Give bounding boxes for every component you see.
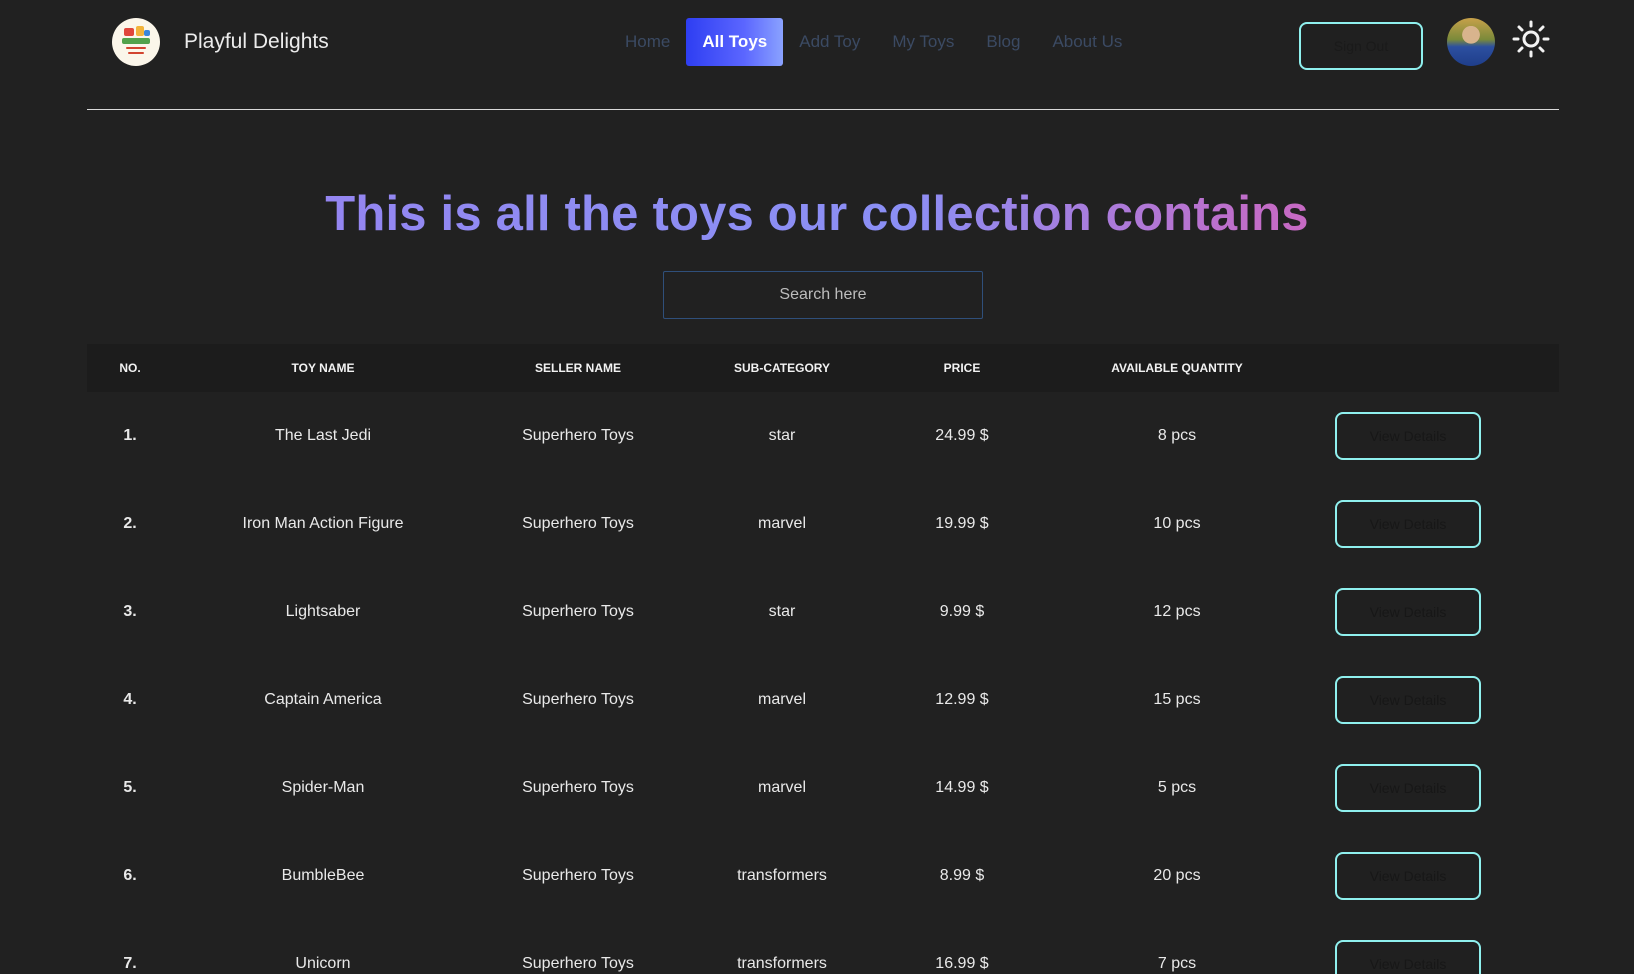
header-seller-name: SELLER NAME <box>534 361 621 375</box>
view-details-button[interactable]: View Details <box>1335 588 1481 636</box>
available-quantity: 7 pcs <box>1157 955 1197 972</box>
seller-name: Superhero Toys <box>522 603 634 620</box>
page: Playful Delights Home All Toys Add Toy M… <box>0 0 1634 974</box>
sub-category: marvel <box>757 691 806 708</box>
avatar[interactable] <box>1447 18 1495 66</box>
row-number: 2. <box>123 515 137 532</box>
toy-name: Unicorn <box>295 955 351 972</box>
toy-name: Spider-Man <box>281 779 365 796</box>
table-row: 4. Captain America Superhero Toys marvel… <box>87 656 1559 744</box>
view-details-button[interactable]: View Details <box>1335 940 1481 974</box>
table-row: 2. Iron Man Action Figure Superhero Toys… <box>87 480 1559 568</box>
row-number: 1. <box>123 427 137 444</box>
sub-category: star <box>768 427 796 444</box>
brand[interactable]: Playful Delights <box>112 18 329 66</box>
sub-category: marvel <box>757 515 806 532</box>
header-available-quantity: AVAILABLE QUANTITY <box>1111 361 1243 375</box>
price: 8.99 $ <box>939 867 985 884</box>
price: 14.99 $ <box>935 779 989 796</box>
nav-add-toy[interactable]: Add Toy <box>783 18 876 66</box>
row-number: 3. <box>123 603 137 620</box>
table-row: 6. BumbleBee Superhero Toys transformers… <box>87 832 1559 920</box>
page-title: This is all the toys our collection cont… <box>0 186 1634 242</box>
table-row: 7. Unicorn Superhero Toys transformers 1… <box>87 920 1559 974</box>
price: 24.99 $ <box>935 427 989 444</box>
brand-name: Playful Delights <box>184 30 329 53</box>
row-number: 7. <box>123 955 137 972</box>
header-sub-category: SUB-CATEGORY <box>734 361 830 375</box>
nav-my-toys[interactable]: My Toys <box>876 18 970 66</box>
available-quantity: 5 pcs <box>1157 779 1197 796</box>
row-number: 6. <box>123 867 137 884</box>
sub-category: transformers <box>737 955 827 972</box>
available-quantity: 10 pcs <box>1153 515 1201 532</box>
table-row: 5. Spider-Man Superhero Toys marvel 14.9… <box>87 744 1559 832</box>
toys-table: NO. TOY NAME SELLER NAME SUB-CATEGORY PR… <box>87 344 1559 974</box>
row-number: 4. <box>123 691 137 708</box>
sign-out-button[interactable]: Sign Out <box>1299 22 1423 70</box>
price: 16.99 $ <box>935 955 989 972</box>
nav-blog[interactable]: Blog <box>970 18 1036 66</box>
sub-category: transformers <box>737 867 827 884</box>
brand-logo <box>112 18 160 66</box>
search-input[interactable] <box>663 271 983 319</box>
table-row: 3. Lightsaber Superhero Toys star 9.99 $… <box>87 568 1559 656</box>
sub-category: star <box>768 603 796 620</box>
sun-icon[interactable] <box>1512 20 1550 58</box>
header-no: NO. <box>119 361 141 375</box>
view-details-button[interactable]: View Details <box>1335 500 1481 548</box>
available-quantity: 12 pcs <box>1153 603 1201 620</box>
toy-name: Iron Man Action Figure <box>242 515 404 532</box>
view-details-button[interactable]: View Details <box>1335 412 1481 460</box>
price: 12.99 $ <box>935 691 989 708</box>
available-quantity: 15 pcs <box>1153 691 1201 708</box>
toy-name: BumbleBee <box>281 867 365 884</box>
table-row: 1. The Last Jedi Superhero Toys star 24.… <box>87 392 1559 480</box>
seller-name: Superhero Toys <box>522 691 634 708</box>
row-number: 5. <box>123 779 137 796</box>
nav-about-us[interactable]: About Us <box>1036 18 1138 66</box>
view-details-button[interactable]: View Details <box>1335 852 1481 900</box>
seller-name: Superhero Toys <box>522 427 634 444</box>
nav-all-toys[interactable]: All Toys <box>686 18 784 66</box>
seller-name: Superhero Toys <box>522 867 634 884</box>
toy-name: The Last Jedi <box>274 427 372 444</box>
header-toy-name: TOY NAME <box>291 361 355 375</box>
available-quantity: 8 pcs <box>1157 427 1197 444</box>
header-price: PRICE <box>943 361 981 375</box>
nav-links: Home All Toys Add Toy My Toys Blog About… <box>609 18 1138 66</box>
toy-name: Captain America <box>264 691 382 708</box>
nav-home[interactable]: Home <box>609 18 686 66</box>
table-header: NO. TOY NAME SELLER NAME SUB-CATEGORY PR… <box>87 344 1559 392</box>
available-quantity: 20 pcs <box>1153 867 1201 884</box>
price: 19.99 $ <box>935 515 989 532</box>
view-details-button[interactable]: View Details <box>1335 764 1481 812</box>
seller-name: Superhero Toys <box>522 955 634 972</box>
view-details-button[interactable]: View Details <box>1335 676 1481 724</box>
sub-category: marvel <box>757 779 806 796</box>
seller-name: Superhero Toys <box>522 515 634 532</box>
price: 9.99 $ <box>939 603 985 620</box>
seller-name: Superhero Toys <box>522 779 634 796</box>
navbar: Playful Delights Home All Toys Add Toy M… <box>87 0 1559 110</box>
toy-name: Lightsaber <box>285 603 361 620</box>
